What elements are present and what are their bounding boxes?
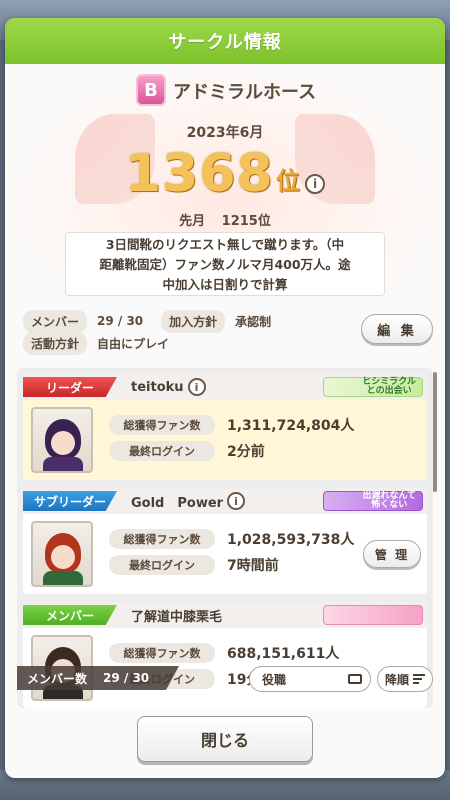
member-info-icon[interactable]: i bbox=[227, 492, 246, 510]
avatar-body bbox=[43, 457, 83, 471]
fans-row: 総獲得ファン数 1,028,593,738人 bbox=[109, 528, 354, 550]
rank-suffix: 位 bbox=[275, 167, 300, 195]
members-label: メンバー bbox=[23, 309, 88, 333]
activity-policy-label: 活動方針 bbox=[23, 331, 88, 355]
sort-order-button[interactable]: 降順 bbox=[377, 666, 433, 692]
meta-row-activity: 活動方針 自由にプレイ bbox=[23, 331, 187, 355]
avatar-face bbox=[51, 545, 75, 569]
member-count-label: メンバー数 bbox=[27, 671, 88, 686]
member-card-leader[interactable]: リーダー teitoku i ヒシミラクル との出会い 総獲得ファン数 1,31… bbox=[23, 374, 427, 480]
login-label: 最終ログイン bbox=[109, 555, 215, 575]
manage-button[interactable]: 管 理 bbox=[363, 540, 421, 568]
login-label: 最終ログイン bbox=[109, 441, 215, 461]
login-value: 2分前 bbox=[227, 444, 265, 460]
member-count-value: 29 / 30 bbox=[103, 671, 150, 685]
edit-button[interactable]: 編 集 bbox=[361, 314, 433, 344]
avatar bbox=[31, 521, 93, 587]
member-count-bar: メンバー数 29 / 30 bbox=[17, 666, 179, 690]
last-month-label: 先月 bbox=[179, 214, 206, 229]
member-list-scrollbar[interactable] bbox=[433, 372, 437, 492]
role-filter-label: 役職 bbox=[262, 672, 287, 687]
member-card-member[interactable]: メンバー 了解道中膝栗毛 総獲得ファン数 688,151,611人 最終ログイン… bbox=[23, 602, 427, 708]
role-tag-leader: リーダー bbox=[23, 377, 117, 397]
role-tag-member: メンバー bbox=[23, 605, 117, 625]
activity-policy-value: 自由にプレイ bbox=[97, 336, 170, 351]
member-card-subleader[interactable]: サブリーダー Gold Power i 出遅れなんて 怖くない 総獲得ファン数 … bbox=[23, 488, 427, 594]
login-value: 7時間前 bbox=[227, 558, 279, 574]
description-line: 中加入は日割りで計算 bbox=[162, 277, 288, 292]
member-name: 了解道中膝栗毛 bbox=[131, 609, 223, 625]
cards-icon bbox=[348, 674, 362, 684]
current-rank: 1368 位 bbox=[125, 142, 300, 202]
dialog-title: サークル情報 bbox=[168, 32, 282, 53]
member-list[interactable]: リーダー teitoku i ヒシミラクル との出会い 総獲得ファン数 1,31… bbox=[17, 368, 433, 708]
circle-description: 3日間靴のリクエスト無しで蹴ります。（中 距離靴固定）ファン数ノルマ月400万人… bbox=[65, 232, 385, 296]
ranking-month: 2023年6月 bbox=[186, 125, 264, 141]
meta-row-members: メンバー 29 / 30 加入方針 承認制 bbox=[23, 309, 289, 333]
login-row: 最終ログイン 2分前 bbox=[109, 440, 265, 462]
join-policy-label: 加入方針 bbox=[161, 309, 226, 333]
rank-info-icon[interactable]: i bbox=[305, 174, 325, 194]
title-badge: ヒシミラクル との出会い bbox=[323, 377, 423, 397]
fans-value: 688,151,611人 bbox=[227, 646, 340, 662]
fans-row: 総獲得ファン数 688,151,611人 bbox=[109, 642, 339, 664]
description-line: 3日間靴のリクエスト無しで蹴ります。（中 bbox=[105, 237, 345, 252]
circle-rank-badge: B bbox=[136, 74, 166, 106]
close-button[interactable]: 閉じる bbox=[137, 716, 313, 762]
member-card-header: サブリーダー Gold Power i 出遅れなんて 怖くない bbox=[23, 488, 427, 514]
member-card-body: 総獲得ファン数 1,311,724,804人 最終ログイン 2分前 bbox=[23, 400, 427, 480]
role-filter-dropdown[interactable]: 役職 bbox=[249, 666, 371, 692]
dialog-header: サークル情報 bbox=[5, 18, 445, 64]
login-row: 最終ログイン 7時間前 bbox=[109, 554, 279, 576]
avatar bbox=[31, 407, 93, 473]
member-name: Gold Power bbox=[131, 495, 224, 511]
circle-name: アドミラルホース bbox=[173, 82, 317, 103]
circle-info-dialog: サークル情報 B アドミラルホース 2023年6月 1368 位 i 先月 12… bbox=[5, 18, 445, 778]
role-tag-subleader: サブリーダー bbox=[23, 491, 117, 511]
title-badge bbox=[323, 605, 423, 625]
sort-icon bbox=[413, 672, 425, 686]
member-card-body: 総獲得ファン数 1,028,593,738人 最終ログイン 7時間前 管 理 bbox=[23, 514, 427, 594]
title-badge: 出遅れなんて 怖くない bbox=[323, 491, 423, 511]
rank-number: 1368 bbox=[125, 144, 274, 204]
sort-order-label: 降順 bbox=[384, 672, 409, 687]
description-line: 距離靴固定）ファン数ノルマ月400万人。途 bbox=[99, 257, 351, 272]
member-card-header: リーダー teitoku i ヒシミラクル との出会い bbox=[23, 374, 427, 400]
last-month-value: 1215位 bbox=[221, 214, 271, 229]
fans-value: 1,028,593,738人 bbox=[227, 532, 355, 548]
avatar-face bbox=[51, 431, 75, 455]
members-value: 29 / 30 bbox=[97, 314, 144, 328]
last-month-rank: 先月 1215位 bbox=[5, 210, 445, 229]
member-info-icon[interactable]: i bbox=[187, 378, 206, 396]
fans-label: 総獲得ファン数 bbox=[109, 643, 215, 663]
fans-label: 総獲得ファン数 bbox=[109, 529, 215, 549]
member-name: teitoku bbox=[131, 379, 184, 395]
fans-value: 1,311,724,804人 bbox=[227, 418, 355, 434]
avatar-body bbox=[43, 571, 83, 585]
join-policy-value: 承認制 bbox=[235, 314, 272, 329]
fans-row: 総獲得ファン数 1,311,724,804人 bbox=[109, 414, 354, 436]
member-card-header: メンバー 了解道中膝栗毛 bbox=[23, 602, 427, 628]
fans-label: 総獲得ファン数 bbox=[109, 415, 215, 435]
